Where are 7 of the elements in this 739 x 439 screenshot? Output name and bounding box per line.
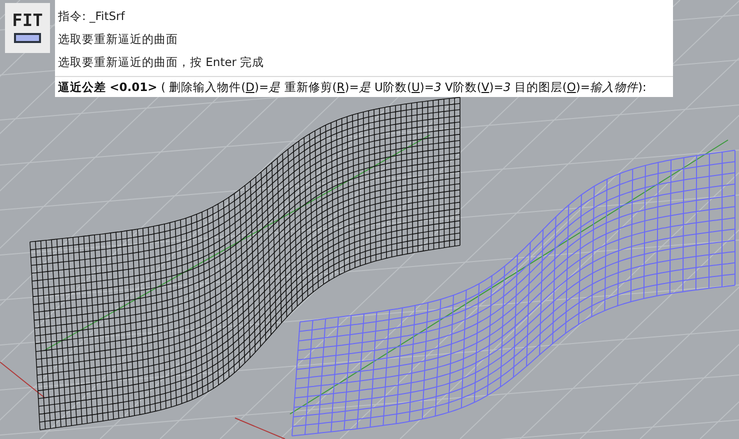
command-history-line: 选取要重新逼近的曲面: [57, 31, 179, 48]
icon-label: FIT: [12, 13, 43, 30]
command-history-line: 指令: _FitSrf: [57, 8, 126, 25]
command-prompt[interactable]: 逼近公差 <0.01> ( 删除输入物件(D)=是 重新修剪(R)=是 U阶数(U)=3 V阶数(V)=3 目的图层(O)=输入物件):: [55, 76, 673, 97]
command-icon[interactable]: FIT: [5, 3, 50, 53]
command-history-line: 选取要重新逼近的曲面，按 Enter 完成: [57, 54, 266, 71]
rectangle-icon: [14, 33, 41, 43]
